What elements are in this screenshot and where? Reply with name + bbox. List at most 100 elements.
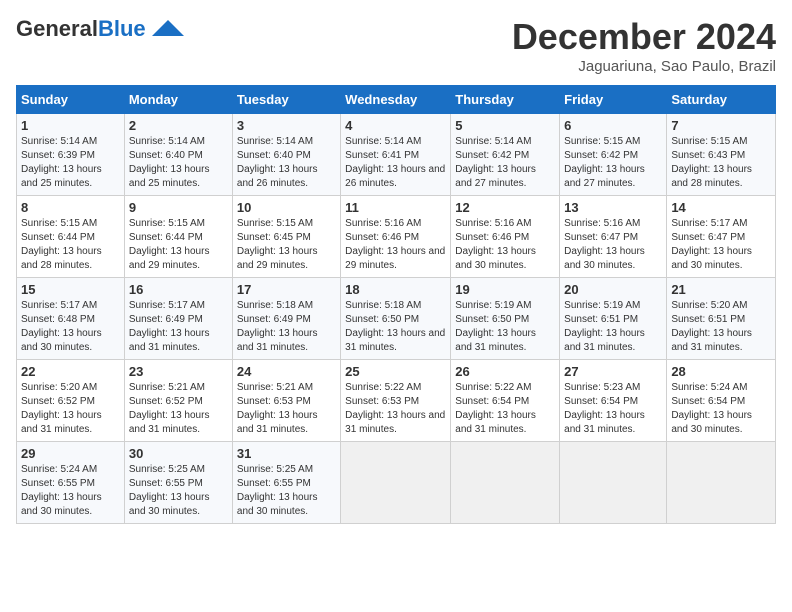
cell-info: Sunrise: 5:15 AMSunset: 6:43 PMDaylight:… [671,135,771,191]
day-number: 21 [671,282,771,297]
calendar-cell [667,442,776,524]
calendar-cell: 12Sunrise: 5:16 AMSunset: 6:46 PMDayligh… [451,196,560,278]
day-number: 20 [564,282,662,297]
calendar-cell: 27 Sunrise: 5:23 AMSunset: 6:54 PMDayligh… [560,360,667,442]
cell-info: Sunrise: 5:15 AMSunset: 6:42 PMDaylight:… [564,135,662,191]
day-number: 19 [455,282,555,297]
cell-info: Sunrise: 5:17 AMSunset: 6:49 PMDaylight:… [129,299,228,355]
calendar-cell: 25 Sunrise: 5:22 AMSunset: 6:53 PMDayligh… [341,360,451,442]
cell-info: Sunrise: 5:21 AMSunset: 6:52 PMDaylight:… [129,381,228,437]
day-number: 24 [237,364,336,379]
day-number: 11 [345,200,446,215]
day-number: 9 [129,200,228,215]
header-saturday: Saturday [667,86,776,114]
day-number: 17 [237,282,336,297]
calendar-cell: 20 Sunrise: 5:19 AMSunset: 6:51 PMDayligh… [560,278,667,360]
day-number: 25 [345,364,446,379]
calendar-cell: 14 Sunrise: 5:17 AMSunset: 6:47 PMDayligh… [667,196,776,278]
cell-info: Sunrise: 5:15 AMSunset: 6:45 PMDaylight:… [237,217,336,273]
calendar-table: Sunday Monday Tuesday Wednesday Thursday… [16,85,776,524]
month-title: December 2024 [512,16,776,58]
calendar-cell: 21 Sunrise: 5:20 AMSunset: 6:51 PMDayligh… [667,278,776,360]
cell-info: Sunrise: 5:25 AMSunset: 6:55 PMDaylight:… [237,463,336,519]
calendar-cell: 2 Sunrise: 5:14 AMSunset: 6:40 PMDaylight… [124,114,232,196]
cell-info: Sunrise: 5:24 AMSunset: 6:54 PMDaylight:… [671,381,771,437]
calendar-cell: 22Sunrise: 5:20 AMSunset: 6:52 PMDayligh… [17,360,125,442]
calendar-cell: 5 Sunrise: 5:14 AMSunset: 6:42 PMDaylight… [451,114,560,196]
logo: GeneralBlue [16,16,186,42]
cell-info: Sunrise: 5:20 AMSunset: 6:52 PMDaylight:… [21,381,120,437]
cell-info: Sunrise: 5:24 AMSunset: 6:55 PMDaylight:… [21,463,120,519]
day-number: 14 [671,200,771,215]
cell-info: Sunrise: 5:18 AMSunset: 6:50 PMDaylight:… [345,299,446,355]
cell-info: Sunrise: 5:14 AMSunset: 6:39 PMDaylight:… [21,135,120,191]
header-sunday: Sunday [17,86,125,114]
calendar-cell: 17Sunrise: 5:18 AMSunset: 6:49 PMDayligh… [232,278,340,360]
calendar-cell: 9 Sunrise: 5:15 AMSunset: 6:44 PMDaylight… [124,196,232,278]
cell-info: Sunrise: 5:22 AMSunset: 6:53 PMDaylight:… [345,381,446,437]
day-number: 18 [345,282,446,297]
logo-text: GeneralBlue [16,16,146,42]
cell-info: Sunrise: 5:16 AMSunset: 6:47 PMDaylight:… [564,217,662,273]
day-number: 28 [671,364,771,379]
day-number: 13 [564,200,662,215]
calendar-row: 15 Sunrise: 5:17 AMSunset: 6:48 PMDayligh… [17,278,776,360]
calendar-cell [560,442,667,524]
day-number: 3 [237,118,336,133]
cell-info: Sunrise: 5:23 AMSunset: 6:54 PMDaylight:… [564,381,662,437]
day-number: 7 [671,118,771,133]
day-number: 5 [455,118,555,133]
cell-info: Sunrise: 5:16 AMSunset: 6:46 PMDaylight:… [345,217,446,273]
calendar-cell: 10 Sunrise: 5:15 AMSunset: 6:45 PMDayligh… [232,196,340,278]
day-number: 12 [455,200,555,215]
logo-icon [150,18,186,40]
cell-info: Sunrise: 5:21 AMSunset: 6:53 PMDaylight:… [237,381,336,437]
cell-info: Sunrise: 5:19 AMSunset: 6:51 PMDaylight:… [564,299,662,355]
calendar-row: 22Sunrise: 5:20 AMSunset: 6:52 PMDayligh… [17,360,776,442]
day-number: 23 [129,364,228,379]
calendar-cell: 3 Sunrise: 5:14 AMSunset: 6:40 PMDaylight… [232,114,340,196]
day-number: 16 [129,282,228,297]
calendar-cell: 23 Sunrise: 5:21 AMSunset: 6:52 PMDayligh… [124,360,232,442]
day-number: 8 [21,200,120,215]
header-friday: Friday [560,86,667,114]
cell-info: Sunrise: 5:15 AMSunset: 6:44 PMDaylight:… [129,217,228,273]
calendar-cell: 15 Sunrise: 5:17 AMSunset: 6:48 PMDayligh… [17,278,125,360]
cell-info: Sunrise: 5:17 AMSunset: 6:47 PMDaylight:… [671,217,771,273]
calendar-body: 1Sunrise: 5:14 AMSunset: 6:39 PMDaylight… [17,114,776,524]
calendar-row: 29 Sunrise: 5:24 AMSunset: 6:55 PMDayligh… [17,442,776,524]
calendar-row: 8 Sunrise: 5:15 AMSunset: 6:44 PMDaylight… [17,196,776,278]
cell-info: Sunrise: 5:17 AMSunset: 6:48 PMDaylight:… [21,299,120,355]
cell-info: Sunrise: 5:14 AMSunset: 6:40 PMDaylight:… [237,135,336,191]
cell-info: Sunrise: 5:14 AMSunset: 6:40 PMDaylight:… [129,135,228,191]
day-number: 10 [237,200,336,215]
header-wednesday: Wednesday [341,86,451,114]
day-number: 2 [129,118,228,133]
calendar-cell: 18 Sunrise: 5:18 AMSunset: 6:50 PMDayligh… [341,278,451,360]
calendar-cell: 7 Sunrise: 5:15 AMSunset: 6:43 PMDaylight… [667,114,776,196]
calendar-cell: 11 Sunrise: 5:16 AMSunset: 6:46 PMDayligh… [341,196,451,278]
calendar-cell: 31 Sunrise: 5:25 AMSunset: 6:55 PMDayligh… [232,442,340,524]
calendar-cell: 13 Sunrise: 5:16 AMSunset: 6:47 PMDayligh… [560,196,667,278]
cell-info: Sunrise: 5:20 AMSunset: 6:51 PMDaylight:… [671,299,771,355]
calendar-cell: 30Sunrise: 5:25 AMSunset: 6:55 PMDayligh… [124,442,232,524]
cell-info: Sunrise: 5:19 AMSunset: 6:50 PMDaylight:… [455,299,555,355]
calendar-cell: 4Sunrise: 5:14 AMSunset: 6:41 PMDaylight… [341,114,451,196]
day-number: 6 [564,118,662,133]
calendar-cell: 1Sunrise: 5:14 AMSunset: 6:39 PMDaylight… [17,114,125,196]
day-number: 15 [21,282,120,297]
day-number: 31 [237,446,336,461]
calendar-cell: 28 Sunrise: 5:24 AMSunset: 6:54 PMDayligh… [667,360,776,442]
header-thursday: Thursday [451,86,560,114]
cell-info: Sunrise: 5:15 AMSunset: 6:44 PMDaylight:… [21,217,120,273]
calendar-cell [341,442,451,524]
cell-info: Sunrise: 5:14 AMSunset: 6:42 PMDaylight:… [455,135,555,191]
calendar-cell [451,442,560,524]
calendar-cell: 8 Sunrise: 5:15 AMSunset: 6:44 PMDaylight… [17,196,125,278]
cell-info: Sunrise: 5:22 AMSunset: 6:54 PMDaylight:… [455,381,555,437]
calendar-cell: 26Sunrise: 5:22 AMSunset: 6:54 PMDayligh… [451,360,560,442]
day-number: 30 [129,446,228,461]
day-number: 27 [564,364,662,379]
header-monday: Monday [124,86,232,114]
day-number: 29 [21,446,120,461]
